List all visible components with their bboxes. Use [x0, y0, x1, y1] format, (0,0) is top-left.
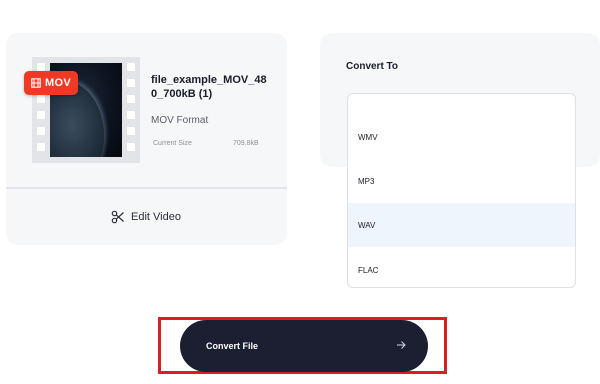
arrow-right-icon — [397, 341, 406, 349]
format-badge: MOV — [24, 71, 78, 95]
edit-video-button[interactable]: Edit Video — [111, 208, 181, 226]
format-option-wav[interactable]: WAV — [348, 203, 575, 247]
format-option-wmv[interactable]: WMV — [348, 115, 575, 159]
edit-video-label: Edit Video — [131, 211, 181, 223]
film-hole — [127, 143, 135, 151]
film-hole — [37, 127, 45, 135]
film-hole — [37, 63, 45, 71]
film-hole — [127, 111, 135, 119]
film-icon — [31, 78, 41, 88]
format-option-flac[interactable]: FLAC — [348, 248, 575, 287]
film-hole — [127, 127, 135, 135]
scissors-icon — [111, 210, 124, 224]
divider — [6, 187, 287, 189]
film-hole — [37, 143, 45, 151]
film-hole — [127, 63, 135, 71]
format-badge-label: MOV — [45, 77, 71, 89]
film-hole — [37, 95, 45, 103]
current-size-label: Current Size — [153, 140, 192, 147]
file-info-section: MOV file_example_MOV_480_700kB (1) MOV F… — [6, 33, 287, 187]
file-card: MOV file_example_MOV_480_700kB (1) MOV F… — [6, 33, 287, 245]
file-format: MOV Format — [151, 115, 209, 126]
film-hole — [37, 111, 45, 119]
format-dropdown-list: WMV MP3 WAV FLAC — [347, 93, 576, 288]
convert-file-label: Convert File — [206, 341, 259, 351]
convert-to-title: Convert To — [346, 61, 399, 72]
file-name: file_example_MOV_480_700kB (1) — [151, 74, 267, 100]
film-hole — [127, 95, 135, 103]
convert-file-button[interactable]: Convert File — [180, 320, 428, 372]
format-option-mp3[interactable]: MP3 — [348, 159, 575, 203]
current-size-value: 709.8kB — [233, 140, 259, 147]
film-hole — [127, 79, 135, 87]
